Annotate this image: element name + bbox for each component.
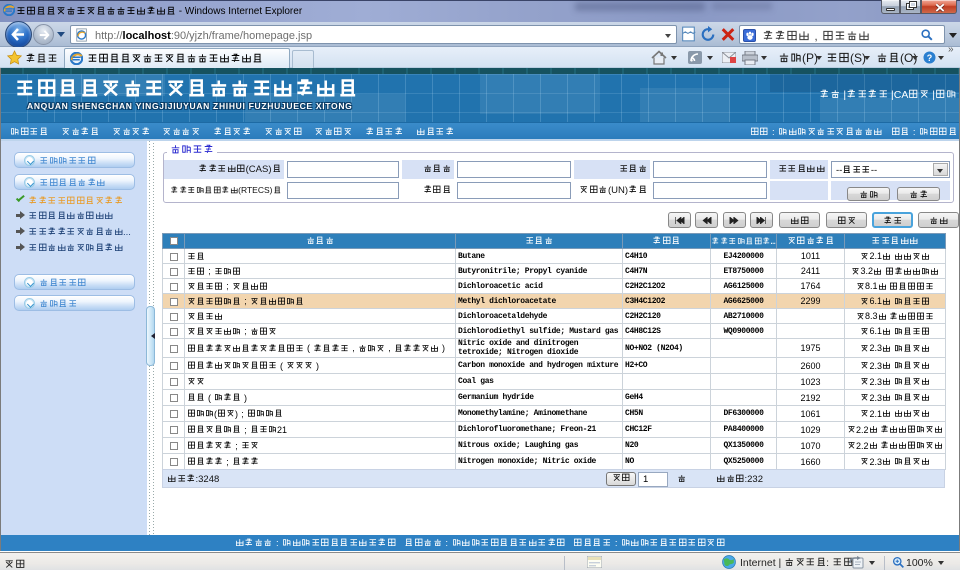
svg-text:?: ?: [927, 53, 933, 63]
